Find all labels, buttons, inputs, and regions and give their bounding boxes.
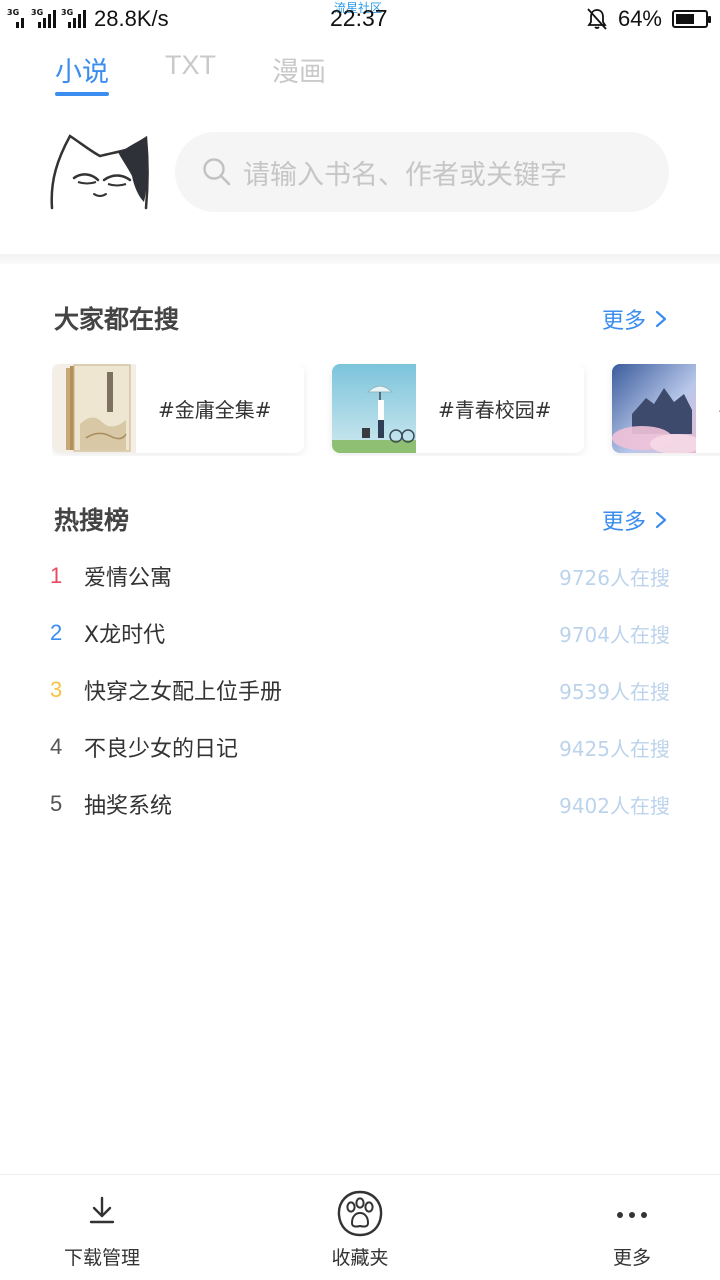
tab-txt[interactable]: TXT — [165, 50, 216, 96]
tab-comic[interactable]: 漫画 — [272, 50, 326, 96]
more-label: 更多 — [601, 309, 646, 334]
search-icon — [203, 158, 231, 186]
category-tabs: 小说 TXT 漫画 — [55, 50, 326, 96]
battery-percent: 64% — [617, 6, 662, 31]
popular-more-button[interactable]: 更多 — [602, 303, 668, 335]
cat-mascot-logo — [50, 134, 149, 210]
popular-section-title: 大家都在搜 — [54, 305, 180, 334]
status-bar-right: 64% — [586, 6, 711, 32]
nav-label: 收藏夹 — [331, 1247, 389, 1269]
search-count: 9402人在搜 — [559, 793, 670, 818]
popular-tags-carousel[interactable]: #金庸全集# #青春校园# # — [52, 364, 720, 456]
search-count: 9539人在搜 — [559, 679, 670, 704]
book-cover-image — [52, 364, 136, 453]
download-icon — [89, 1196, 115, 1224]
nav-favorites[interactable]: 收藏夹 — [310, 1175, 410, 1280]
network-speed: 28.8K/s — [94, 6, 169, 31]
nav-label: 更多 — [612, 1247, 651, 1269]
network-type-label: 3G — [31, 8, 44, 17]
more-label: 更多 — [601, 510, 646, 535]
rank-number: 1 — [50, 563, 63, 588]
silent-bell-icon — [587, 8, 607, 30]
signal-icon: 3G — [7, 8, 26, 28]
hot-search-row[interactable]: 3 快穿之女配上位手册 9539人在搜 — [50, 670, 670, 710]
paw-icon — [337, 1190, 383, 1237]
battery-level — [676, 14, 694, 24]
nav-more[interactable]: 更多 — [582, 1175, 682, 1280]
rank-number: 4 — [50, 734, 63, 759]
hot-more-button[interactable]: 更多 — [602, 504, 668, 536]
signal-icon: 3G — [61, 8, 86, 28]
popular-tag-card[interactable]: # — [612, 364, 720, 453]
clock: 22:37 — [330, 5, 388, 31]
status-bar-left: 3G 3G 3G 28.8K/s — [7, 6, 169, 32]
hot-search-row[interactable]: 2 X龙时代 9704人在搜 — [50, 613, 670, 653]
search-count: 9704人在搜 — [559, 622, 670, 647]
popular-tag-label: #金庸全集# — [158, 398, 272, 422]
hot-section-title: 热搜榜 — [54, 506, 130, 535]
hot-search-title: X龙时代 — [84, 623, 166, 648]
network-type-label: 3G — [61, 8, 74, 17]
battery-icon — [672, 10, 711, 28]
tab-novel[interactable]: 小说 — [55, 50, 109, 96]
more-dots-icon — [617, 1212, 647, 1218]
status-bar: 3G 3G 3G 28.8K/s 流星社区 22:37 64% — [0, 0, 720, 38]
section-divider — [0, 254, 720, 264]
hot-search-title: 爱情公寓 — [84, 566, 173, 591]
search-placeholder: 请输入书名、作者或关键字 — [243, 159, 567, 191]
chevron-right-icon — [655, 310, 667, 328]
rank-number: 2 — [50, 620, 63, 645]
chevron-right-icon — [655, 511, 667, 529]
search-count: 9726人在搜 — [559, 565, 670, 590]
hot-search-row[interactable]: 5 抽奖系统 9402人在搜 — [50, 784, 670, 824]
signal-icon: 3G — [31, 8, 56, 28]
hot-search-title: 抽奖系统 — [84, 794, 173, 819]
hot-search-title: 不良少女的日记 — [84, 737, 239, 762]
rank-number: 5 — [50, 791, 63, 816]
search-input[interactable]: 请输入书名、作者或关键字 — [175, 132, 669, 212]
hot-search-row[interactable]: 1 爱情公寓 9726人在搜 — [50, 556, 670, 596]
popular-tag-card[interactable]: #青春校园# — [332, 364, 584, 453]
popular-tag-card[interactable]: #金庸全集# — [52, 364, 304, 453]
search-count: 9425人在搜 — [559, 736, 670, 761]
campus-cover-image — [332, 364, 416, 453]
nav-label: 下载管理 — [63, 1247, 140, 1269]
rank-number: 3 — [50, 677, 63, 702]
bottom-navigation: 下载管理 收藏夹 更多 — [0, 1174, 720, 1280]
network-type-label: 3G — [7, 8, 20, 17]
nav-download-manager[interactable]: 下载管理 — [52, 1175, 152, 1280]
hot-search-row[interactable]: 4 不良少女的日记 9425人在搜 — [50, 727, 670, 767]
hot-search-title: 快穿之女配上位手册 — [84, 680, 283, 705]
popular-tag-label: #青春校园# — [438, 398, 552, 422]
fantasy-cover-image — [612, 364, 696, 453]
